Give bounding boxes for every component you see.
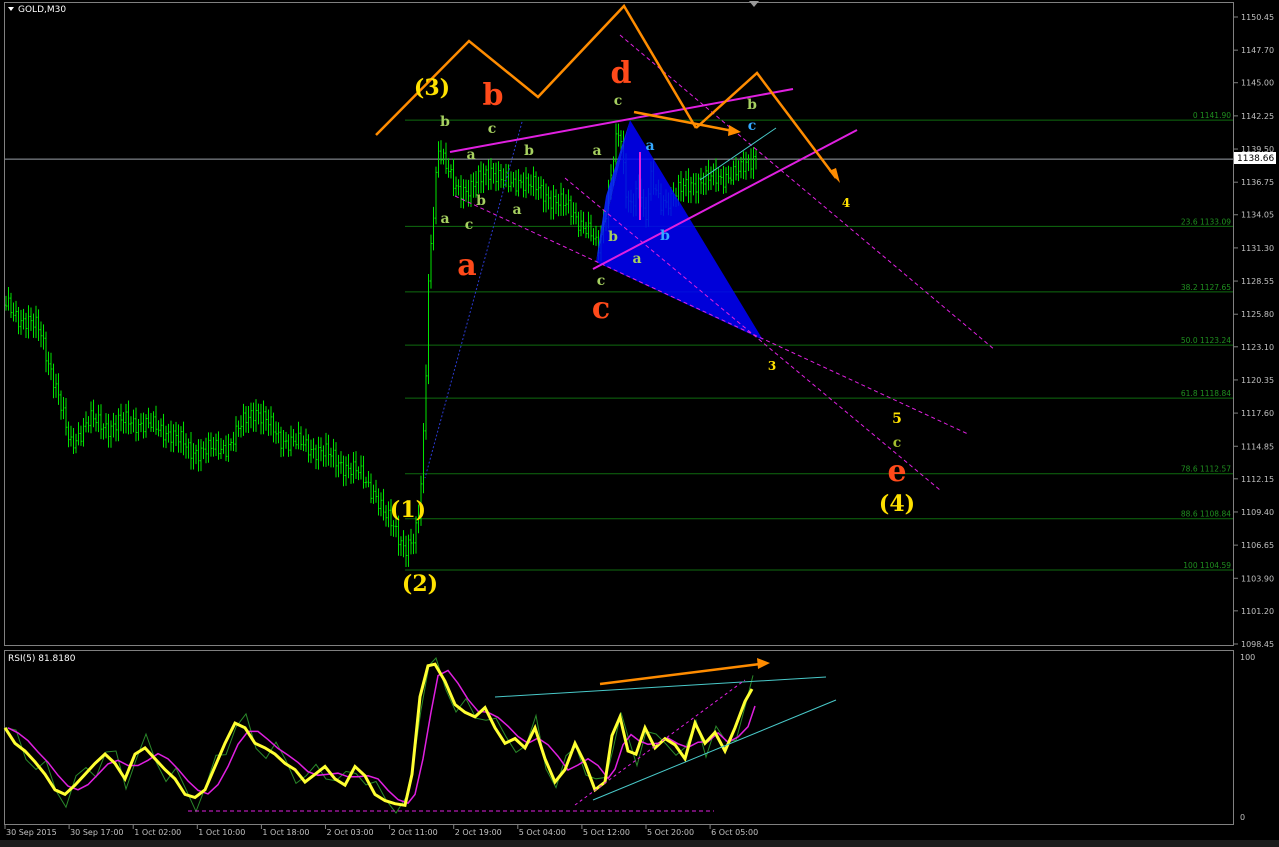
rsi-axis-top: 100 xyxy=(1240,653,1255,662)
wave-label-sub-b: b xyxy=(440,114,450,130)
rsi-label: RSI(5) 81.8180 xyxy=(8,654,76,664)
price-tick-label: 1147.70 xyxy=(1241,46,1274,55)
fib-level-label: 50.0 1123.24 xyxy=(1181,336,1231,345)
price-tick-label: 1114.85 xyxy=(1241,442,1274,451)
time-tick-label: 5 Oct 20:00 xyxy=(647,828,694,837)
wave-label-sub-c: c xyxy=(748,118,757,134)
chart-background xyxy=(0,0,1279,847)
wave-label-sub-b: b xyxy=(524,143,534,159)
wave-label-sub-b: b xyxy=(747,97,757,113)
chart-window[interactable]: 0 1141.90 23.6 1133.09 38.2 1127.65 50.0 11… xyxy=(0,0,1279,847)
wave-label-b: b xyxy=(483,78,504,113)
fib-level-label: 0 1141.90 xyxy=(1193,111,1231,120)
price-tick-label: 1142.25 xyxy=(1241,112,1274,121)
wave-label-3: (3) xyxy=(414,75,450,101)
price-tick-label: 1145.00 xyxy=(1241,79,1274,88)
time-tick-label: 2 Oct 03:00 xyxy=(327,828,374,837)
time-tick-label: 30 Sep 17:00 xyxy=(70,828,123,837)
wave-label-1: (1) xyxy=(390,497,426,523)
wave-label-a: a xyxy=(457,248,476,283)
wave-label-minor-c: c xyxy=(893,435,902,451)
symbol-label: GOLD,M30 xyxy=(18,5,66,15)
fib-level-label: 100 1104.59 xyxy=(1183,561,1231,570)
price-tick-label: 1106.65 xyxy=(1241,541,1274,550)
price-tick-label: 1134.05 xyxy=(1241,211,1274,220)
price-tick-label: 1117.60 xyxy=(1241,409,1274,418)
wave-label-minor-5: 5 xyxy=(892,411,902,427)
time-tick-label: 5 Oct 12:00 xyxy=(583,828,630,837)
wave-label-2: (2) xyxy=(402,571,438,597)
wave-label-sub-a: a xyxy=(466,147,475,163)
time-tick-label: 2 Oct 19:00 xyxy=(455,828,502,837)
fib-level-label: 88.6 1108.84 xyxy=(1181,510,1231,519)
current-price-text: 1138.66 xyxy=(1237,154,1274,164)
price-tick-label: 1112.15 xyxy=(1241,475,1274,484)
time-tick-label: 5 Oct 04:00 xyxy=(519,828,566,837)
price-tick-label: 1101.20 xyxy=(1241,607,1274,616)
price-tick-label: 1123.10 xyxy=(1241,343,1274,352)
wave-label-minor-4: 4 xyxy=(842,196,850,210)
wave-label-sub-a: a xyxy=(440,211,449,227)
fib-level-label: 61.8 1118.84 xyxy=(1181,389,1231,398)
price-tick-label: 1128.55 xyxy=(1241,277,1274,286)
wave-label-sub-a: a xyxy=(632,251,641,267)
price-tick-label: 1125.80 xyxy=(1241,310,1274,319)
time-tick-label: 30 Sep 2015 xyxy=(6,828,57,837)
fib-level-label: 78.6 1112.57 xyxy=(1181,465,1231,474)
time-tick-label: 1 Oct 18:00 xyxy=(262,828,309,837)
bottom-tab-strip[interactable] xyxy=(0,840,1279,847)
time-tick-label: 1 Oct 02:00 xyxy=(134,828,181,837)
wave-label-sub-b: b xyxy=(476,193,486,209)
price-tick-label: 1098.45 xyxy=(1241,640,1274,649)
wave-label-minor-3: 3 xyxy=(768,359,776,373)
rsi-axis-bottom: 0 xyxy=(1240,813,1245,822)
wave-label-sub-c: c xyxy=(597,273,606,289)
wave-label-sub-a: a xyxy=(645,138,654,154)
price-tick-label: 1131.30 xyxy=(1241,244,1274,253)
time-tick-label: 6 Oct 05:00 xyxy=(711,828,758,837)
wave-label-sub-c: c xyxy=(465,217,474,233)
price-tick-label: 1150.45 xyxy=(1241,13,1274,22)
time-tick-label: 2 Oct 11:00 xyxy=(391,828,438,837)
wave-label-sub-c: c xyxy=(614,93,623,109)
wave-label-sub-b: b xyxy=(608,229,618,245)
wave-label-sub-a: a xyxy=(512,202,521,218)
fib-level-label: 38.2 1127.65 xyxy=(1181,283,1231,292)
price-tick-label: 1136.75 xyxy=(1241,178,1274,187)
wave-label-4: (4) xyxy=(879,491,915,517)
wave-label-sub-c: c xyxy=(488,121,497,137)
wave-label-e: e xyxy=(887,454,906,489)
price-tick-label: 1109.40 xyxy=(1241,508,1274,517)
wave-label-d: d xyxy=(611,56,632,91)
wave-label-c: c xyxy=(592,291,610,326)
price-tick-label: 1120.35 xyxy=(1241,376,1274,385)
wave-label-sub-a: a xyxy=(592,143,601,159)
wave-label-sub-b: b xyxy=(660,228,670,244)
time-tick-label: 1 Oct 10:00 xyxy=(198,828,245,837)
fib-level-label: 23.6 1133.09 xyxy=(1181,217,1231,226)
price-tick-label: 1103.90 xyxy=(1241,574,1274,583)
